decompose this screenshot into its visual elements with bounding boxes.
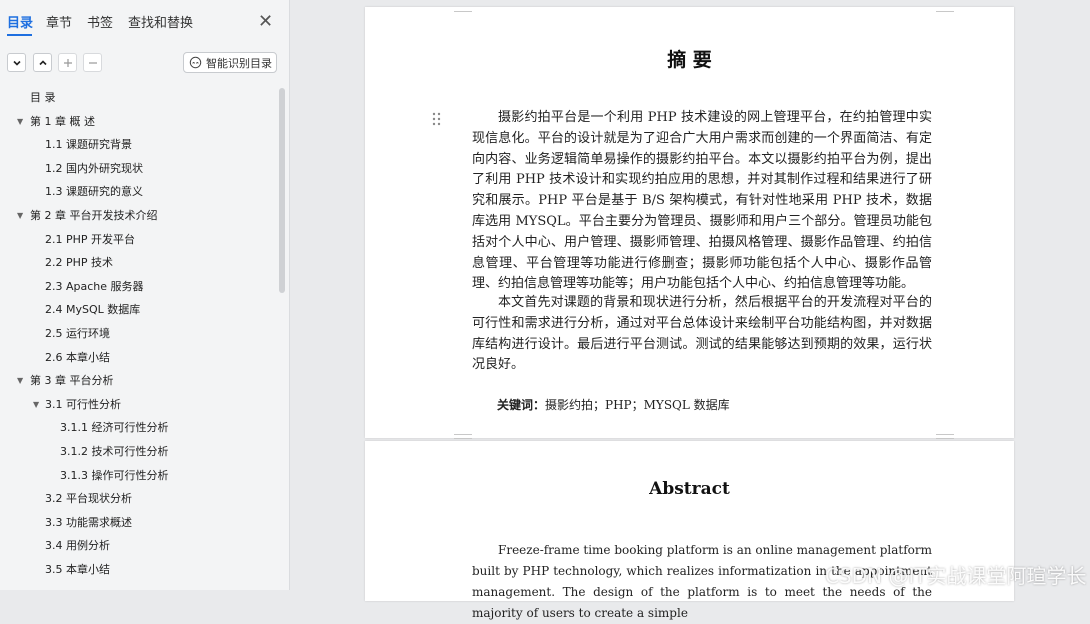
toc-item-label: 3.1.3 操作可行性分析	[60, 468, 169, 482]
toc-item[interactable]: 1.3 课题研究的意义	[0, 182, 278, 202]
english-abstract-heading: Abstract	[649, 479, 730, 499]
page-margin-mark	[454, 434, 472, 435]
toc-item-label: 目 录	[30, 91, 56, 104]
active-tab-indicator	[7, 34, 32, 36]
toc-item[interactable]: 1.2 国内外研究现状	[0, 159, 278, 179]
toc-item[interactable]: 2.4 MySQL 数据库	[0, 300, 278, 320]
page-margin-mark	[454, 11, 472, 12]
toc-item-label: 2.1 PHP 开发平台	[45, 232, 136, 246]
toc-scrollbar[interactable]	[279, 88, 285, 293]
collapse-all-button[interactable]	[7, 53, 26, 72]
toc-item-label: 3.3 功能需求概述	[45, 515, 132, 529]
toc-item-label: 1.3 课题研究的意义	[45, 185, 143, 199]
toc-item-label: 第 2 章 平台开发技术介绍	[30, 209, 158, 222]
minus-icon	[88, 61, 97, 64]
chevron-up-icon	[38, 59, 47, 65]
toc-item-label: 3.1.2 技术可行性分析	[60, 445, 169, 458]
toc-item-label: 2.4 MySQL 数据库	[45, 303, 141, 317]
paragraph-drag-handle-icon[interactable]	[432, 112, 441, 126]
document-page-1: 摘 要 摄影约拍平台是一个利用 PHP 技术建设的网上管理平台，在约拍管理中实现…	[365, 7, 1014, 438]
toc-item-label: 3.1 可行性分析	[45, 397, 121, 411]
tab-toc[interactable]: 目录	[7, 15, 33, 32]
watermark-text: CSDN @IT实战课堂阿瑄学长	[825, 564, 1087, 588]
toc-item[interactable]: 目 录	[0, 88, 278, 108]
toc-item[interactable]: 2.3 Apache 服务器	[0, 277, 278, 297]
page-margin-mark	[454, 438, 472, 439]
toc-item-label: 1.2 国内外研究现状	[45, 161, 143, 175]
page-margin-mark	[936, 11, 954, 12]
abstract-heading: 摘 要	[667, 49, 712, 71]
toc-item-label: 3.2 平台现状分析	[45, 492, 132, 506]
keywords-line[interactable]: 关键词：摄影约拍；PHP；MYSQL 数据库	[497, 396, 730, 413]
toc-item[interactable]: 3.3 功能需求概述	[0, 513, 278, 533]
abstract-paragraph-1[interactable]: 摄影约拍平台是一个利用 PHP 技术建设的网上管理平台，在约拍管理中实现信息化。…	[472, 108, 932, 295]
toc-item[interactable]: ▼ 3.1 可行性分析	[0, 395, 278, 415]
toc-item-label: 3.5 本章小结	[45, 563, 110, 576]
chevron-down-icon	[12, 60, 21, 66]
toc-item[interactable]: ▼ 第 2 章 平台开发技术介绍	[0, 206, 278, 226]
add-heading-button[interactable]	[58, 53, 77, 72]
toc-item[interactable]: 3.1.1 经济可行性分析	[0, 418, 278, 438]
abstract-paragraph-2[interactable]: 本文首先对课题的背景和现状进行分析，然后根据平台的开发流程对平台的可行性和需求进…	[472, 293, 932, 376]
toc-item-label: 2.5 运行环境	[45, 327, 110, 340]
toc-item[interactable]: 3.4 用例分析	[0, 536, 278, 556]
expand-arrow-icon[interactable]: ▼	[17, 112, 23, 132]
toc-item[interactable]: ▼ 第 3 章 平台分析	[0, 371, 278, 391]
smart-toc-label: 智能识别目录	[206, 56, 272, 70]
toc-item[interactable]: 3.1.3 操作可行性分析	[0, 466, 278, 486]
expand-all-button[interactable]	[33, 53, 52, 72]
plus-icon	[63, 58, 72, 67]
toc-item-label: 3.1.1 经济可行性分析	[60, 421, 169, 435]
toc-item-label: 第 1 章 概 述	[30, 114, 95, 128]
toc-item[interactable]: 3.5 本章小结	[0, 560, 278, 580]
toc-item[interactable]: 3.1.2 技术可行性分析	[0, 442, 278, 462]
document-canvas: 摘 要 摄影约拍平台是一个利用 PHP 技术建设的网上管理平台，在约拍管理中实现…	[290, 0, 1090, 620]
keywords-label: 关键词：	[497, 398, 546, 412]
smart-toc-button[interactable]: 智能识别目录	[183, 52, 277, 73]
tab-find-replace[interactable]: 查找和替换	[128, 15, 193, 32]
navigation-pane: 目录 章节 书签 查找和替换 ✕ 智能识别目录 目 录 ▼ 第 1 章 概 述 1.1…	[0, 0, 290, 590]
toc-item[interactable]: 2.2 PHP 技术	[0, 253, 278, 273]
remove-heading-button[interactable]	[83, 53, 102, 72]
toc-item-label: 2.6 本章小结	[45, 350, 110, 364]
toc-item-label: 1.1 课题研究背景	[45, 138, 132, 152]
toc-item-label: 2.2 PHP 技术	[45, 256, 114, 270]
toc-item[interactable]: 2.1 PHP 开发平台	[0, 230, 278, 250]
expand-arrow-icon[interactable]: ▼	[17, 206, 23, 226]
toc-item[interactable]: ▼ 第 1 章 概 述	[0, 112, 278, 132]
ai-recognize-icon	[189, 56, 202, 69]
toc-item-label: 2.3 Apache 服务器	[45, 279, 144, 293]
page-margin-mark	[936, 434, 954, 435]
keywords-value: 摄影约拍；PHP；MYSQL 数据库	[545, 398, 730, 412]
toc-item[interactable]: 3.2 平台现状分析	[0, 489, 278, 509]
page-margin-mark	[936, 438, 954, 439]
toc-item[interactable]: 2.6 本章小结	[0, 348, 278, 368]
toc-item[interactable]: 1.1 课题研究背景	[0, 135, 278, 155]
nav-tabs: 目录 章节 书签 查找和替换 ✕	[0, 0, 289, 44]
tab-bookmarks[interactable]: 书签	[87, 15, 113, 32]
close-icon[interactable]: ✕	[258, 12, 273, 32]
expand-arrow-icon[interactable]: ▼	[33, 395, 39, 415]
toc-item[interactable]: 2.5 运行环境	[0, 324, 278, 344]
expand-arrow-icon[interactable]: ▼	[17, 371, 23, 391]
toc-item-label: 3.4 用例分析	[45, 539, 110, 553]
tab-chapters[interactable]: 章节	[46, 15, 72, 32]
toc-item-label: 第 3 章 平台分析	[30, 374, 114, 388]
